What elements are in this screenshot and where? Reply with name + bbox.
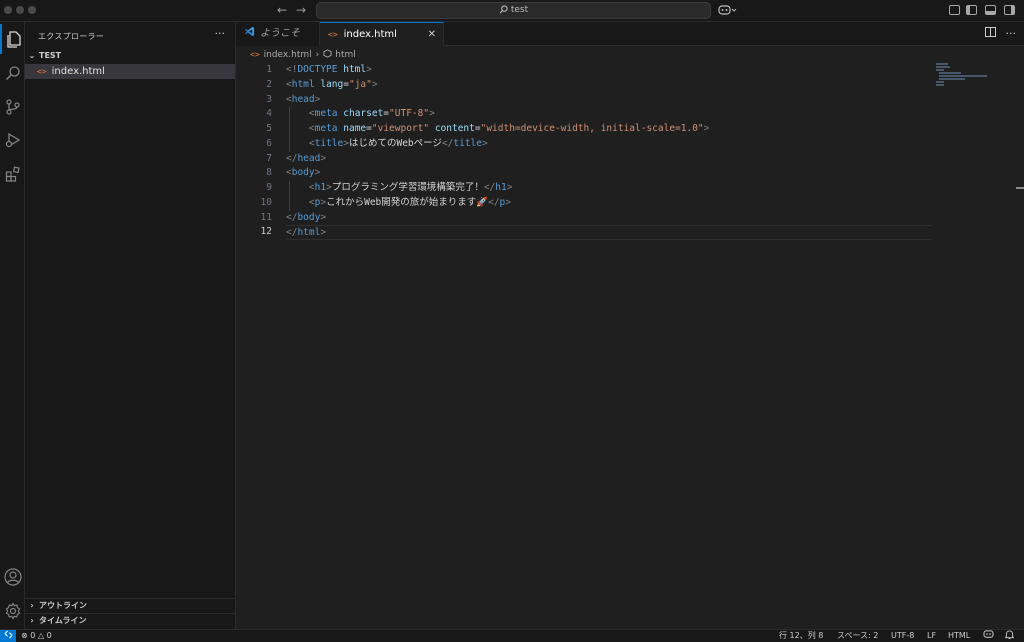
toggle-primary-sidebar-icon[interactable] xyxy=(966,5,977,15)
search-icon xyxy=(499,5,508,14)
tab-label: ようこそ xyxy=(260,28,300,39)
error-count: 0 xyxy=(30,631,36,640)
editor-more-actions-icon[interactable]: ··· xyxy=(1006,27,1017,40)
customize-layout-icon[interactable] xyxy=(949,5,960,15)
line-number: 7 xyxy=(266,152,272,164)
html-file-icon: <> xyxy=(37,67,47,76)
explorer-sidebar: エクスプローラー ··· ⌄ TEST <> index.html › アウトライン … xyxy=(25,22,236,629)
settings-gear-icon[interactable] xyxy=(0,596,25,626)
code-line: </head> xyxy=(286,152,327,164)
line-number: 8 xyxy=(266,167,272,179)
status-bar: ⊗ 0 △ 0 行 12、列 8 スペース: 2 UTF-8 LF HTML xyxy=(0,629,1024,642)
breadcrumb: <> index.html › html xyxy=(236,47,1024,63)
line-number: 3 xyxy=(266,93,272,105)
line-number-gutter: 1 2 3 4 5 6 7 8 9 10 11 12 xyxy=(236,63,272,240)
maximize-window-button[interactable] xyxy=(28,6,36,14)
indentation[interactable]: スペース: 2 xyxy=(837,630,878,642)
code-line: <title>はじめてのWebページ</title> xyxy=(286,136,936,152)
toggle-panel-icon[interactable] xyxy=(985,5,996,15)
timeline-section[interactable]: › タイムライン xyxy=(25,613,236,627)
code-line: <!DOCTYPE html> xyxy=(286,64,372,75)
chevron-right-icon: › xyxy=(30,601,34,610)
activity-bar xyxy=(0,22,25,629)
forward-arrow-icon[interactable]: → xyxy=(296,3,306,17)
code-line: </body> xyxy=(286,211,327,223)
title-text: はじめてのWebページ xyxy=(348,137,442,149)
split-editor-icon[interactable]: ··· xyxy=(985,27,1016,40)
run-debug-icon[interactable] xyxy=(0,125,25,155)
toggle-secondary-sidebar-icon[interactable] xyxy=(1004,5,1015,15)
explorer-icon[interactable] xyxy=(0,24,25,54)
code-line: <meta name="viewport" content="width=dev… xyxy=(286,122,936,137)
tab-label: index.html xyxy=(343,29,397,40)
line-number: 9 xyxy=(266,182,272,193)
line-number: 4 xyxy=(266,108,272,120)
command-center-search[interactable]: test xyxy=(316,2,711,19)
breadcrumb-symbol[interactable]: html xyxy=(335,50,356,60)
sidebar-title: エクスプローラー xyxy=(38,32,105,41)
file-item-index-html[interactable]: <> index.html xyxy=(25,64,235,79)
timeline-label: タイムライン xyxy=(39,616,87,625)
code-line: <meta charset="UTF-8"> xyxy=(286,107,936,122)
code-line: <h1>プログラミング学習環境構築完了！</h1> xyxy=(286,181,936,196)
code-line: <p>これからWeb開発の旅が始まります🚀</p> xyxy=(286,195,936,211)
scrollbar-marker[interactable] xyxy=(1016,187,1024,189)
more-actions-icon[interactable]: ··· xyxy=(215,27,226,40)
warning-icon: △ xyxy=(37,631,45,640)
back-arrow-icon[interactable]: ← xyxy=(277,3,287,17)
warning-count: 0 xyxy=(46,631,52,640)
chevron-down-icon: ⌄ xyxy=(28,51,36,60)
copilot-icon[interactable] xyxy=(718,4,740,18)
title-bar: ← → test xyxy=(0,0,1024,22)
chevron-right-icon: › xyxy=(30,616,34,625)
close-tab-icon[interactable]: ✕ xyxy=(428,23,436,47)
encoding[interactable]: UTF-8 xyxy=(891,630,914,642)
code-line: <head> xyxy=(286,93,321,105)
p-text: これからWeb開発の旅が始まります🚀 xyxy=(326,196,489,208)
folder-name: TEST xyxy=(39,51,62,60)
code-line: <body> xyxy=(286,167,321,179)
language-mode[interactable]: HTML xyxy=(948,630,970,642)
symbol-element-icon xyxy=(323,49,332,58)
problems-indicator[interactable]: ⊗ 0 △ 0 xyxy=(21,630,52,642)
extensions-icon[interactable] xyxy=(0,159,25,189)
line-number: 5 xyxy=(266,123,272,134)
cursor-position[interactable]: 行 12、列 8 xyxy=(779,630,823,642)
tab-index-html[interactable]: <> index.html ✕ xyxy=(320,22,444,46)
line-number-current: 12 xyxy=(260,226,272,238)
code-editor[interactable]: 1 2 3 4 5 6 7 8 9 10 11 12 <!DOCTYPE htm… xyxy=(236,63,1024,629)
notifications-bell-icon[interactable] xyxy=(1004,630,1015,642)
source-control-icon[interactable] xyxy=(0,92,25,122)
file-name: index.html xyxy=(51,66,105,77)
code-line: <html lang="ja"> xyxy=(286,78,378,90)
tab-welcome[interactable]: ようこそ xyxy=(236,22,320,46)
outline-label: アウトライン xyxy=(39,601,87,610)
code-line-current: </html> xyxy=(286,225,932,240)
chevron-right-icon: › xyxy=(315,50,320,60)
line-number: 10 xyxy=(260,196,272,208)
search-text: test xyxy=(510,5,529,15)
line-number: 6 xyxy=(266,137,272,149)
search-icon[interactable] xyxy=(0,58,25,88)
error-icon: ⊗ xyxy=(21,631,28,640)
line-number: 1 xyxy=(266,64,272,75)
breadcrumb-file[interactable]: index.html xyxy=(264,50,312,60)
close-window-button[interactable] xyxy=(4,6,12,14)
end-of-line[interactable]: LF xyxy=(927,630,936,642)
vscode-logo-icon xyxy=(244,26,255,37)
line-number: 2 xyxy=(266,78,272,90)
folder-section-test[interactable]: ⌄ TEST xyxy=(25,49,236,63)
minimap[interactable] xyxy=(936,63,996,93)
account-icon[interactable] xyxy=(0,562,25,592)
remote-indicator-icon[interactable] xyxy=(0,630,16,642)
html-file-icon: <> xyxy=(328,30,338,39)
editor-tab-bar: ようこそ <> index.html ✕ ··· xyxy=(236,22,1024,46)
outline-section[interactable]: › アウトライン xyxy=(25,598,236,612)
h1-text: プログラミング学習環境構築完了！ xyxy=(331,182,484,193)
copilot-status-icon[interactable] xyxy=(983,630,994,642)
code-lines: <!DOCTYPE html> <html lang="ja"> <head> … xyxy=(286,63,936,240)
minimize-window-button[interactable] xyxy=(16,6,24,14)
html-file-icon: <> xyxy=(250,50,260,59)
line-number: 11 xyxy=(260,211,272,223)
